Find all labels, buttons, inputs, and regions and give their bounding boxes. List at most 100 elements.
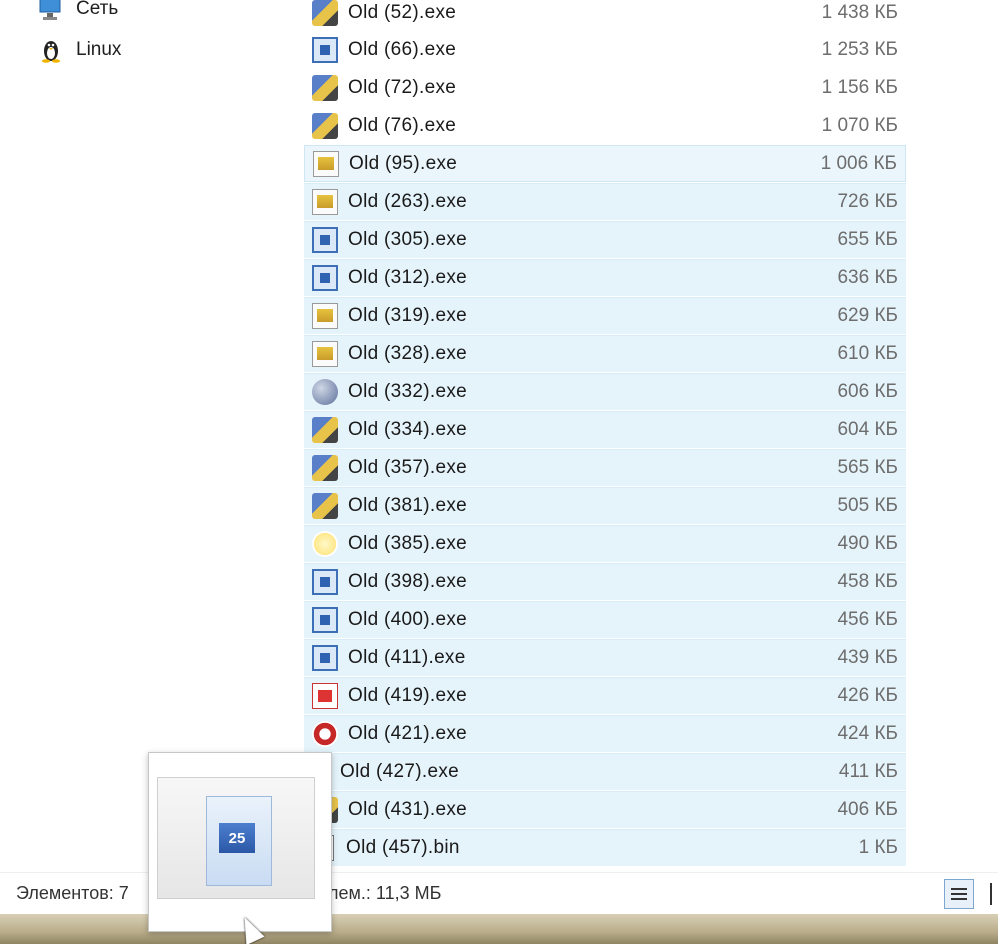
file-name: Old (385).exe [348,533,468,554]
drag-preview: 25 [148,752,332,932]
file-name: Old (400).exe [348,609,468,630]
file-name: Old (72).exe [348,76,457,98]
file-row[interactable]: Old (419).exe 426 КБ [304,677,906,714]
app-icon [312,455,338,481]
file-name: Old (52).exe [348,1,457,23]
window-icon [312,265,338,291]
window-icon [312,607,338,633]
file-size: 1 438 КБ [821,1,898,23]
file-row[interactable]: Old (381).exe 505 КБ [304,487,906,524]
item-count: Элементов: 7 [16,883,129,903]
file-row[interactable]: Old (328).exe 610 КБ [304,335,906,372]
file-size: 1 006 КБ [820,152,897,174]
details-view-icon [951,893,967,895]
file-size: 636 КБ [837,267,898,288]
file-row[interactable]: Old (95).exe 1 006 КБ [304,145,906,182]
file-thumbnail-icon: 25 [206,796,272,886]
document-icon [312,341,338,367]
file-row[interactable]: Old (76).exe 1 070 КБ [304,107,906,144]
file-row[interactable]: Old (305).exe 655 КБ [304,221,906,258]
app-icon [312,0,338,26]
file-size: 610 КБ [837,343,898,364]
app-icon [312,112,338,139]
linux-penguin-icon [38,37,64,63]
pdf-document-icon [312,683,338,709]
file-row[interactable]: Old (398).exe 458 КБ [304,563,906,600]
file-name: Old (312).exe [348,267,468,288]
drag-preview-thumbnail: 25 [157,777,315,899]
file-row[interactable]: Old (263).exe 726 КБ [304,183,906,220]
file-row[interactable]: Old (421).exe 424 КБ [304,715,906,752]
file-row[interactable]: Old (66).exe 1 253 КБ [304,31,906,68]
document-icon [312,189,338,215]
file-row[interactable]: Old (52).exe 1 438 КБ [304,0,906,31]
red-logo-icon [312,721,338,747]
details-view-button[interactable] [944,879,974,909]
file-row[interactable]: Old (72).exe 1 156 КБ [304,69,906,106]
document-icon [312,303,338,329]
file-size: 406 КБ [837,799,898,820]
file-size: 1 156 КБ [821,76,898,98]
window-icon [312,36,338,63]
file-size: 1 КБ [858,837,898,858]
nav-item-network[interactable]: Сеть [38,0,118,24]
window-icon [312,227,338,253]
file-row[interactable]: Old (319).exe 629 КБ [304,297,906,334]
file-row[interactable]: Old (431).exe 406 КБ [304,791,906,828]
file-size: 424 КБ [837,723,898,744]
file-size: 1 253 КБ [821,38,898,60]
file-name: Old (95).exe [349,152,458,174]
network-icon [38,0,64,22]
file-row[interactable]: Old (357).exe 565 КБ [304,449,906,486]
file-name: Old (319).exe [348,305,468,326]
file-name: Old (411).exe [348,647,466,668]
file-name: Old (328).exe [348,343,468,364]
file-size: 726 КБ [837,191,898,212]
file-name: Old (431).exe [348,799,468,820]
app-icon [312,417,338,443]
selection-size: лем.: 11,3 МБ [328,883,442,903]
file-list: Old (52).exe 1 438 КБ Old (66).exe 1 253… [304,0,908,870]
file-size: 439 КБ [837,647,898,668]
file-size: 604 КБ [837,419,898,440]
file-row[interactable]: Old (332).exe 606 КБ [304,373,906,410]
file-name: Old (305).exe [348,229,468,250]
nav-item-label: Linux [76,39,122,60]
file-row[interactable]: Old (427).exe 411 КБ [304,753,906,790]
file-size: 606 КБ [837,381,898,402]
file-name: Old (263).exe [348,191,468,212]
file-name: Old (419).exe [348,685,468,706]
file-row[interactable]: Old (400).exe 456 КБ [304,601,906,638]
file-size: 505 КБ [837,495,898,516]
file-name: Old (421).exe [348,723,468,744]
window-icon [312,645,338,671]
large-icons-view-button[interactable] [990,883,998,905]
file-row[interactable]: Old (411).exe 439 КБ [304,639,906,676]
app-icon [312,493,338,519]
file-size: 411 КБ [838,761,898,782]
file-row[interactable]: Old (385).exe 490 КБ [304,525,906,562]
file-name: Old (457).bin [346,837,460,858]
document-icon [313,150,339,177]
file-name: Old (381).exe [348,495,468,516]
file-size: 458 КБ [837,571,898,592]
file-name: Old (427).exe [340,761,460,782]
file-name: Old (66).exe [348,38,457,60]
file-name: Old (334).exe [348,419,468,440]
file-name: Old (76).exe [348,114,457,136]
file-name: Old (357).exe [348,457,468,478]
thumbnail-badge: 25 [219,823,255,853]
file-size: 426 КБ [837,685,898,706]
file-name: Old (332).exe [348,381,468,402]
file-row[interactable]: Old (312).exe 636 КБ [304,259,906,296]
file-row[interactable]: Old (457).bin 1 КБ [304,829,906,866]
file-row[interactable]: Old (334).exe 604 КБ [304,411,906,448]
globe-icon [312,379,338,405]
file-size: 490 КБ [837,533,898,554]
explorer-window: Сеть Linux Old (52).exe 1 438 КБ Old (66… [0,0,998,944]
window-icon [312,569,338,595]
nav-item-label: Сеть [76,0,119,19]
file-size: 565 КБ [837,457,898,478]
nav-item-linux[interactable]: Linux [38,35,121,65]
file-size: 456 КБ [837,609,898,630]
